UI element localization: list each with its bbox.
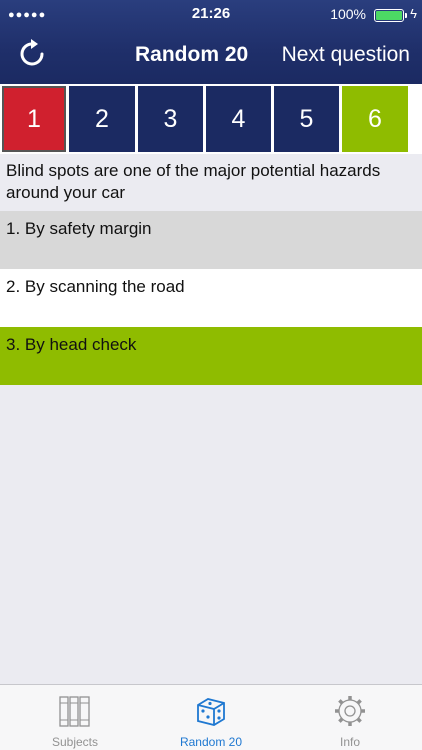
question-tab-label: 3: [163, 104, 178, 133]
question-tab-label: 1: [27, 104, 41, 133]
status-bar: ●●●●● 21:26 100% ϟ: [0, 0, 422, 28]
question-tab-label: 6: [368, 104, 382, 133]
gear-icon: [335, 696, 365, 726]
question-tab-1[interactable]: 1: [2, 86, 66, 152]
answer-option-3[interactable]: 3. By head check: [0, 327, 422, 385]
question-tab-label: 4: [231, 104, 246, 133]
tab-info-label: Info: [339, 735, 360, 749]
answer-option-2[interactable]: 2. By scanning the road: [0, 269, 422, 327]
header: ●●●●● 21:26 100% ϟ Random 20 Next questi…: [0, 0, 422, 84]
question-tab-5[interactable]: 5: [274, 86, 339, 152]
tab-subjects-label: Subjects: [51, 735, 99, 749]
charging-icon: ϟ: [410, 6, 417, 21]
question-tab-3[interactable]: 3: [138, 86, 203, 152]
tab-subjects[interactable]: Subjects: [5, 685, 145, 750]
question-text: Blind spots are one of the major potenti…: [6, 161, 381, 202]
question-tab-2[interactable]: 2: [69, 86, 135, 152]
tab-random-20[interactable]: Random 20: [141, 685, 281, 750]
page-title: Random 20: [135, 43, 249, 66]
question-tabs: 1 2 3 4 5 6: [0, 84, 422, 154]
question-tab-6[interactable]: 6: [342, 86, 408, 152]
tab-info[interactable]: Info: [280, 685, 420, 750]
tab-bar: Subjects Random 20 Info: [0, 684, 422, 750]
refresh-icon[interactable]: [16, 36, 50, 70]
battery-icon: [374, 9, 407, 22]
battery-percent: 100%: [330, 6, 366, 22]
dice-icon: [197, 698, 225, 726]
question-tab-4[interactable]: 4: [206, 86, 271, 152]
answer-option-1[interactable]: 1. By safety margin: [0, 211, 422, 269]
books-icon: [59, 696, 90, 727]
question-tab-label: 2: [95, 104, 109, 133]
tab-random-20-label: Random 20: [179, 735, 243, 749]
question-tab-label: 5: [299, 104, 314, 133]
next-question-button[interactable]: Next question: [282, 43, 410, 67]
